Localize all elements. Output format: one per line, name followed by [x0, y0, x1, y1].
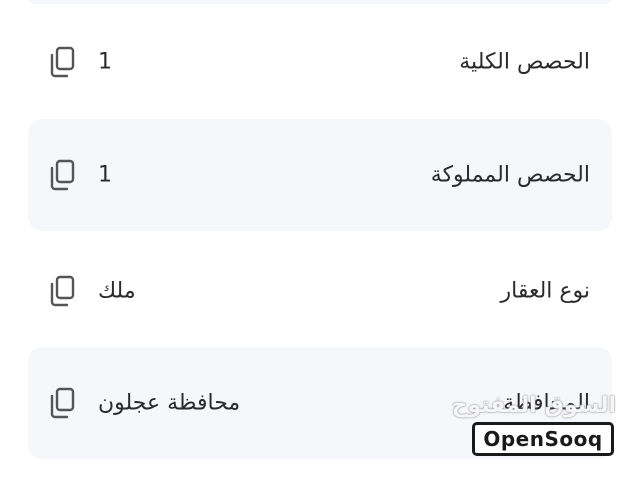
detail-row-total-shares: الحصص الكلية 1 [28, 6, 612, 118]
detail-label: نوع العقار [500, 278, 591, 304]
detail-value: محافظة عجلون [98, 390, 241, 416]
copy-icon[interactable] [48, 159, 76, 191]
property-details-panel: الحصص الكلية 1 الحصص المملوكة 1 نوع العق… [0, 0, 640, 480]
opensooq-watermark: السوق المفتوح OpenSooq [451, 393, 616, 456]
detail-value: 1 [98, 162, 112, 188]
detail-label: الحصص المملوكة [430, 162, 590, 188]
detail-label: الحصص الكلية [459, 49, 590, 75]
copy-icon[interactable] [48, 275, 76, 307]
previous-row-edge [28, 0, 612, 4]
detail-row-property-type: نوع العقار ملك [28, 235, 612, 347]
detail-value: ملك [98, 278, 136, 304]
copy-icon[interactable] [48, 46, 76, 78]
detail-row-owned-shares: الحصص المملوكة 1 [28, 119, 612, 231]
detail-value: 1 [98, 49, 112, 75]
watermark-arabic-text: السوق المفتوح [451, 393, 616, 418]
watermark-logo: OpenSooq [472, 422, 614, 456]
copy-icon[interactable] [48, 387, 76, 419]
